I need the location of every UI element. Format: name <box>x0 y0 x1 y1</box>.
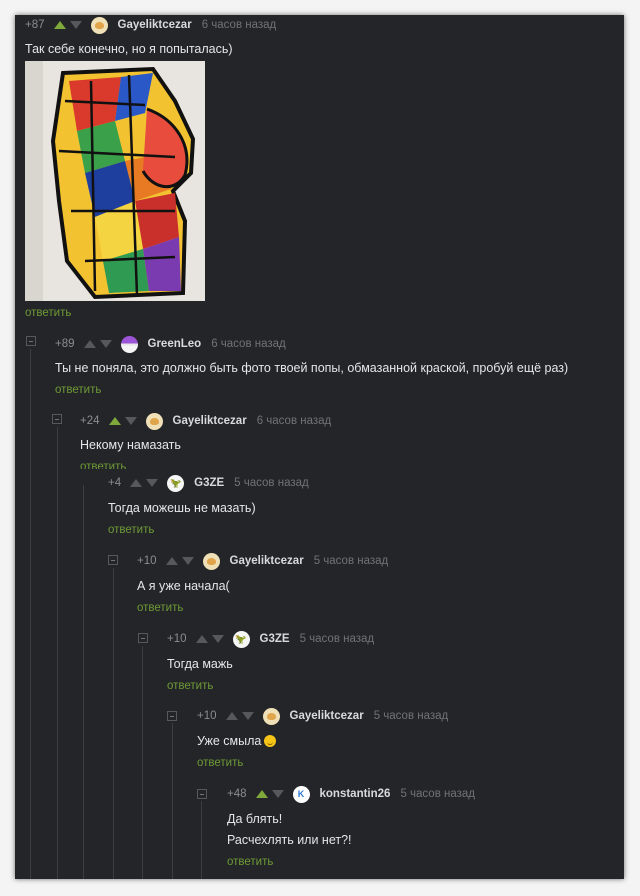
thread-line[interactable] <box>30 349 31 879</box>
cat-avatar[interactable] <box>145 412 163 430</box>
downvote-icon[interactable] <box>146 479 159 487</box>
comment-time[interactable]: 5 часов назад <box>300 633 375 645</box>
comment-author[interactable]: Gayeliktcezar <box>118 19 192 31</box>
reply-link[interactable]: ответить <box>80 461 126 469</box>
comment-header: +10 Gayeliktcezar 5 часов назад <box>137 551 388 571</box>
upvote-icon[interactable] <box>130 479 143 487</box>
downvote-icon[interactable] <box>69 21 82 29</box>
downvote-icon[interactable] <box>181 557 194 565</box>
comment-image[interactable] <box>25 61 205 301</box>
downvote-icon[interactable] <box>271 790 284 798</box>
thread-line[interactable] <box>113 568 114 879</box>
comment-author[interactable]: Gayeliktcezar <box>173 415 247 427</box>
comment-text: Некому намазать <box>80 438 181 452</box>
comment-author[interactable]: konstantin26 <box>320 788 391 800</box>
collapse-icon[interactable] <box>138 633 148 643</box>
dino-avatar[interactable]: 🦖 <box>232 630 250 648</box>
comment-author[interactable]: Gayeliktcezar <box>290 710 364 722</box>
upvote-icon[interactable] <box>53 21 66 29</box>
reply-link[interactable]: ответить <box>55 384 101 396</box>
comment-text: Так себе конечно, но я попыталась) <box>25 42 233 56</box>
downvote-icon[interactable] <box>99 340 112 348</box>
comment-header: +24 Gayeliktcezar 6 часов назад <box>80 411 331 431</box>
comment-rating: +48 <box>227 788 247 800</box>
painting-image <box>25 61 205 301</box>
comment-author[interactable]: Gayeliktcezar <box>230 555 304 567</box>
comment-header: +10 🦖 G3ZE 5 часов назад <box>167 629 374 649</box>
comment-time[interactable]: 6 часов назад <box>211 338 286 350</box>
comment-text: Расчехлять или нет?! <box>227 833 352 847</box>
comment-rating: +10 <box>197 710 217 722</box>
comment-text: Уже смыла <box>197 734 277 748</box>
collapse-icon[interactable] <box>108 555 118 565</box>
comment-time[interactable]: 5 часов назад <box>314 555 389 567</box>
flushed-emoji-icon <box>264 735 277 747</box>
comment-header: +4 🦖 G3ZE 5 часов назад <box>108 473 309 493</box>
comment-time[interactable]: 5 часов назад <box>400 788 475 800</box>
upvote-icon[interactable] <box>83 340 96 348</box>
comment-author[interactable]: GreenLeo <box>148 338 202 350</box>
comment-text: А я уже начала( <box>137 579 230 593</box>
comment-text: Тогда мажь <box>167 657 233 671</box>
thread-line[interactable] <box>201 801 202 879</box>
dino-avatar[interactable]: 🦖 <box>167 474 185 492</box>
cat-avatar[interactable] <box>262 707 280 725</box>
collapse-icon[interactable] <box>167 711 177 721</box>
comment-author[interactable]: G3ZE <box>260 633 290 645</box>
thread-line[interactable] <box>172 723 173 879</box>
comment-header: +89 GreenLeo 6 часов назад <box>55 334 286 354</box>
upvote-icon[interactable] <box>225 712 238 720</box>
comment-header: +10 Gayeliktcezar 5 часов назад <box>197 706 448 726</box>
reply-link[interactable]: ответить <box>227 856 273 868</box>
collapse-icon[interactable] <box>197 789 207 799</box>
upvote-icon[interactable] <box>108 417 121 425</box>
downvote-icon[interactable] <box>124 417 137 425</box>
reply-link[interactable]: ответить <box>197 757 243 769</box>
k-avatar[interactable]: K <box>292 785 310 803</box>
upvote-icon[interactable] <box>165 557 178 565</box>
comment-rating: +89 <box>55 338 75 350</box>
cat-avatar[interactable] <box>90 16 108 34</box>
comment-rating: +87 <box>25 19 45 31</box>
comment-text-content: Уже смыла <box>197 734 262 748</box>
collapse-icon[interactable] <box>26 336 36 346</box>
comment-header: +48 K konstantin26 5 часов назад <box>227 784 475 804</box>
thread-line[interactable] <box>142 646 143 879</box>
thread-line[interactable] <box>57 427 58 879</box>
comment-text: Ты не поняла, это должно быть фото твоей… <box>55 361 569 375</box>
comment-text: Тогда можешь не мазать) <box>108 501 256 515</box>
reply-link[interactable]: ответить <box>25 307 71 319</box>
comment-author[interactable]: G3ZE <box>194 477 224 489</box>
reply-link[interactable]: ответить <box>108 524 154 536</box>
upvote-icon[interactable] <box>195 635 208 643</box>
thread-line[interactable] <box>83 485 84 879</box>
comment-time[interactable]: 5 часов назад <box>374 710 449 722</box>
pokeball-avatar[interactable] <box>120 335 138 353</box>
reply-link[interactable]: ответить <box>167 680 213 692</box>
reply-link[interactable]: ответить <box>137 602 183 614</box>
comment-rating: +24 <box>80 415 100 427</box>
upvote-icon[interactable] <box>255 790 268 798</box>
comment-time[interactable]: 6 часов назад <box>202 19 277 31</box>
comment-text: Да блять! <box>227 812 283 826</box>
comments-thread: +87 Gayeliktcezar 6 часов назад Так себе… <box>15 15 624 879</box>
comment-time[interactable]: 5 часов назад <box>234 477 309 489</box>
comment-rating: +10 <box>137 555 157 567</box>
comment-time[interactable]: 6 часов назад <box>257 415 332 427</box>
downvote-icon[interactable] <box>211 635 224 643</box>
comment-rating: +10 <box>167 633 187 645</box>
comment-rating: +4 <box>108 477 122 489</box>
collapse-icon[interactable] <box>52 414 62 424</box>
cat-avatar[interactable] <box>202 552 220 570</box>
downvote-icon[interactable] <box>241 712 254 720</box>
comment-header: +87 Gayeliktcezar 6 часов назад <box>25 15 276 35</box>
